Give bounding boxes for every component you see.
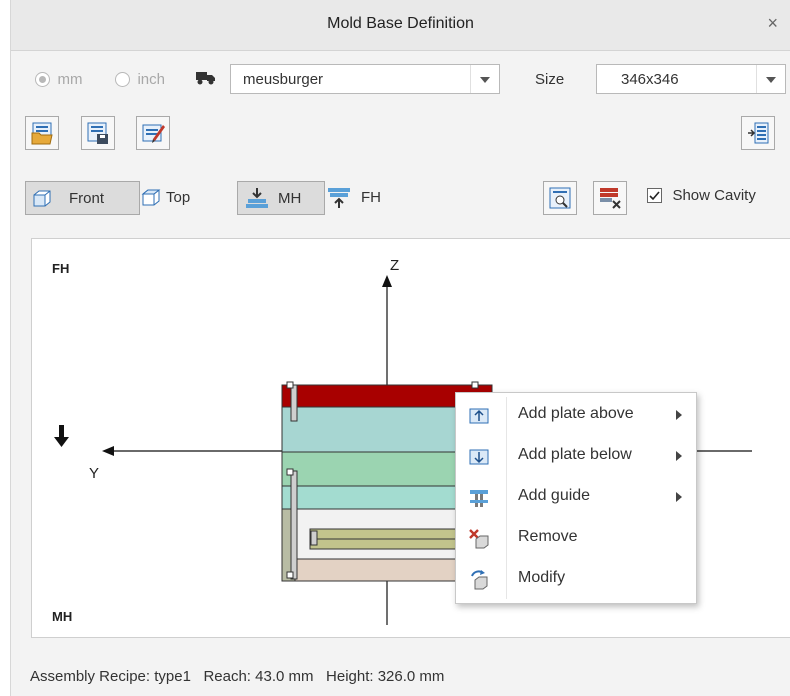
add-plate-above-icon (469, 408, 489, 424)
dialog-title: Mold Base Definition (327, 15, 474, 32)
size-label: Size (535, 71, 565, 88)
supplier-value: meusburger (243, 71, 324, 88)
submenu-arrow-icon (676, 492, 682, 502)
supplier-chevron-down-icon[interactable] (470, 65, 499, 93)
add-plate-below-icon (469, 449, 489, 465)
mh-arrow-down-icon (246, 188, 268, 208)
top-cube-icon (141, 189, 161, 206)
mh-view-toggle[interactable]: MH (237, 181, 325, 215)
show-cavity-check-box (647, 188, 662, 204)
recipe-label: Assembly Recipe: (30, 668, 151, 685)
plate-stack-icon (748, 122, 769, 144)
supplier-truck-icon (196, 71, 216, 90)
mh-direction-arrow-icon (54, 425, 69, 447)
top-view-label: Top (166, 189, 191, 206)
unit-inch-radio[interactable]: inch (115, 71, 165, 89)
menu-item-label: Add plate above (518, 405, 634, 422)
unit-mm-label: mm (57, 71, 83, 88)
menu-item-label: Remove (518, 528, 578, 545)
fh-view-toggle[interactable]: FH (325, 181, 395, 215)
menu-item-remove[interactable]: Remove (456, 518, 696, 558)
zoom-fit-icon (549, 187, 571, 209)
save-icon (87, 122, 108, 144)
show-cavity-checkbox[interactable]: Show Cavity (647, 187, 756, 205)
plate-context-menu: Add plate above Add plate below Add guid… (455, 392, 697, 604)
mh-view-label: MH (278, 190, 302, 207)
size-value: 346x346 (621, 71, 679, 88)
show-cavity-label: Show Cavity (672, 187, 756, 204)
plates-remove-icon (600, 188, 621, 209)
menu-item-add-plate-below[interactable]: Add plate below (456, 436, 696, 476)
supplier-row: mm inch meusburger Size 346x346 (11, 64, 790, 98)
front-view-label: Front (69, 190, 105, 207)
menu-item-add-guide[interactable]: Add guide (456, 477, 696, 517)
top-view-toggle[interactable]: Top (140, 181, 220, 215)
status-bar: Assembly Recipe: type1 Reach: 43.0 mm He… (30, 668, 444, 685)
add-guide-icon (470, 490, 488, 507)
unit-mm-radio[interactable]: mm (35, 71, 82, 89)
recipe-value: type1 (154, 668, 191, 685)
clear-layout-button[interactable] (593, 181, 627, 215)
submenu-arrow-icon (676, 410, 682, 420)
checkmark-icon (649, 191, 660, 201)
reach-label: Reach: (203, 668, 251, 685)
reach-value: 43.0 mm (255, 668, 314, 685)
height-label: Height: (326, 668, 374, 685)
left-edge (0, 0, 11, 696)
unit-inch-label: inch (137, 71, 165, 88)
mold-base-panel: Mold Base Definition × mm inch meusburge… (11, 0, 790, 696)
title-bar: Mold Base Definition × (11, 0, 790, 51)
size-dropdown[interactable]: 346x346 (596, 64, 786, 94)
close-button[interactable]: × (767, 13, 778, 34)
save-button[interactable] (81, 116, 115, 150)
front-view-toggle[interactable]: Front (25, 181, 140, 215)
height-value: 326.0 mm (377, 668, 445, 685)
size-chevron-down-icon[interactable] (756, 65, 785, 93)
supplier-dropdown[interactable]: meusburger (230, 64, 500, 94)
modify-icon (471, 570, 488, 590)
fh-view-label: FH (361, 189, 381, 206)
menu-item-add-plate-above[interactable]: Add plate above (456, 395, 696, 435)
submenu-arrow-icon (676, 451, 682, 461)
menu-item-label: Add guide (518, 487, 591, 504)
menu-item-label: Modify (518, 569, 566, 586)
layout-options-button[interactable] (741, 116, 775, 150)
menu-item-label: Add plate below (518, 446, 632, 463)
unit-inch-radio-circle (115, 72, 130, 88)
zoom-fit-button[interactable] (543, 181, 577, 215)
edit-button[interactable] (136, 116, 170, 150)
unit-mm-radio-circle (35, 72, 50, 88)
fh-arrow-up-icon (328, 188, 350, 208)
remove-icon (469, 529, 489, 549)
front-cube-icon (33, 190, 51, 207)
edit-icon (142, 124, 165, 143)
open-button[interactable] (25, 116, 59, 150)
open-folder-icon (31, 122, 53, 145)
menu-item-modify[interactable]: Modify (456, 559, 696, 599)
